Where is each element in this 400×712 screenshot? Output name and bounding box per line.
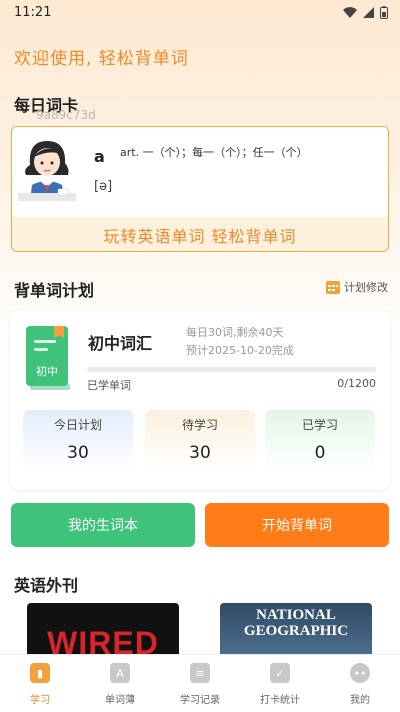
start-learning-button[interactable]: 开始背单词	[205, 503, 389, 547]
plan-daily-info: 每日30词,剩余40天	[186, 326, 284, 339]
book-icon: ▮	[30, 663, 50, 683]
stat-label: 今日计划	[53, 418, 102, 432]
learned-count: 0/1200	[337, 377, 376, 390]
magazine-title: NATIONAL GEOGRAPHIC	[243, 607, 349, 639]
daily-word: a	[94, 147, 105, 166]
plan-progress-bar	[87, 367, 376, 372]
status-bar: 11:21	[0, 0, 400, 24]
stat-label: 待学习	[181, 418, 218, 432]
daily-word-card[interactable]: a art. 一（个）；每一（个）；任一（个） [ə] 玩转英语单词 轻松背单词	[11, 126, 389, 252]
tab-label: 学习记录	[180, 695, 220, 706]
stat-value: 30	[67, 443, 89, 463]
tab-record[interactable]: ≡ 学习记录	[160, 655, 240, 712]
plan-card: 初中 初中词汇 每日30词,剩余40天 预计2025-10-20完成 已学单词 …	[10, 310, 390, 490]
daily-card-id: 9a89c73d	[36, 108, 96, 122]
stat-value: 0	[314, 443, 326, 463]
magazine-title: WIRED	[47, 625, 159, 657]
battery-icon	[380, 5, 388, 19]
profile-icon: ••	[350, 663, 370, 683]
wordbook-icon: A	[110, 663, 130, 683]
status-icons	[343, 5, 388, 19]
wifi-icon	[343, 6, 357, 18]
signal-icon	[363, 6, 374, 18]
tab-profile[interactable]: •• 我的	[320, 655, 400, 712]
daily-card-banner: 玩转英语单词 轻松背单词	[12, 217, 388, 251]
plan-edit-label: 计划修改	[344, 281, 388, 294]
vocab-book-button[interactable]: 我的生词本	[11, 503, 195, 547]
student-avatar-icon	[18, 141, 76, 201]
daily-card-top: a art. 一（个）；每一（个）；任一（个） [ə]	[12, 127, 388, 217]
magazine-wired[interactable]: WIRED	[27, 603, 179, 657]
tab-study[interactable]: ▮ 学习	[0, 655, 80, 712]
tab-label: 学习	[30, 695, 50, 706]
plan-info: 每日30词,剩余40天 预计2025-10-20完成	[186, 324, 294, 360]
status-time: 11:21	[14, 4, 52, 20]
daily-word-phonetic: [ə]	[94, 179, 113, 194]
stat-value: 30	[189, 443, 211, 463]
wordbook-cover[interactable]: 初中	[26, 326, 72, 390]
stat-learned: 已学习 0	[265, 410, 375, 470]
tab-label: 打卡统计	[260, 695, 300, 706]
magazine-natgeo[interactable]: NATIONAL GEOGRAPHIC	[220, 603, 372, 657]
record-icon: ≡	[190, 663, 210, 683]
plan-edit-button[interactable]: 计划修改	[326, 279, 388, 295]
welcome-text: 欢迎使用, 轻松背单词	[14, 49, 189, 69]
magazine-section-title: 英语外刊	[14, 576, 79, 595]
plan-name: 初中词汇	[88, 334, 153, 353]
stat-today-plan: 今日计划 30	[23, 410, 133, 470]
daily-word-meaning: art. 一（个）；每一（个）；任一（个）	[120, 146, 308, 159]
wordbook-label: 初中	[36, 365, 58, 378]
plan-finish-info: 预计2025-10-20完成	[186, 344, 294, 357]
plan-section-title: 背单词计划	[14, 281, 95, 300]
calendar-icon	[326, 281, 340, 294]
tab-label: 单词薄	[105, 695, 135, 706]
tab-wordbook[interactable]: A 单词薄	[80, 655, 160, 712]
stat-label: 已学习	[301, 418, 338, 432]
wordbook-icon	[26, 326, 70, 390]
bottom-tab-bar: ▮ 学习 A 单词薄 ≡ 学习记录 ✓ 打卡统计 •• 我的	[0, 654, 400, 712]
checkin-icon: ✓	[270, 663, 290, 683]
learned-label: 已学单词	[87, 379, 131, 392]
tab-checkin[interactable]: ✓ 打卡统计	[240, 655, 320, 712]
stat-to-learn: 待学习 30	[145, 410, 255, 470]
tab-label: 我的	[350, 695, 370, 706]
